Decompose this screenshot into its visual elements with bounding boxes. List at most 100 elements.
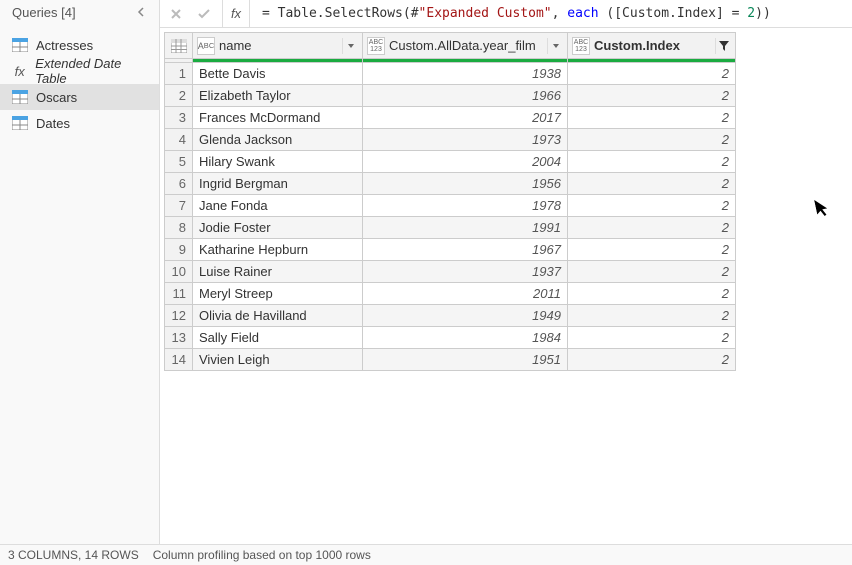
table-row[interactable]: 11Meryl Streep20112 (165, 283, 736, 305)
cell-year[interactable]: 2017 (363, 107, 568, 129)
cell-year[interactable]: 1984 (363, 327, 568, 349)
type-any-icon: ABC123 (572, 37, 590, 55)
query-item-label: Oscars (36, 90, 77, 105)
cell-index[interactable]: 2 (568, 305, 736, 327)
fx-icon[interactable]: fx (222, 0, 250, 27)
row-number[interactable]: 6 (165, 173, 193, 195)
table-row[interactable]: 10Luise Rainer19372 (165, 261, 736, 283)
data-grid: ABC name ABC123 Custom.AllData.year_film (164, 32, 736, 371)
cell-name[interactable]: Glenda Jackson (193, 129, 363, 151)
cell-name[interactable]: Jodie Foster (193, 217, 363, 239)
table-row[interactable]: 7Jane Fonda19782 (165, 195, 736, 217)
row-number[interactable]: 10 (165, 261, 193, 283)
row-number[interactable]: 1 (165, 63, 193, 85)
cell-index[interactable]: 2 (568, 85, 736, 107)
type-any-icon: ABC123 (367, 37, 385, 55)
row-number[interactable]: 14 (165, 349, 193, 371)
row-number[interactable]: 2 (165, 85, 193, 107)
column-header-index[interactable]: ABC123 Custom.Index (568, 33, 736, 59)
formula-bar: fx = Table.SelectRows(#"Expanded Custom"… (160, 0, 852, 28)
cell-name[interactable]: Luise Rainer (193, 261, 363, 283)
cell-year[interactable]: 1949 (363, 305, 568, 327)
cancel-formula-icon[interactable] (166, 4, 186, 24)
row-number[interactable]: 4 (165, 129, 193, 151)
table-icon (12, 89, 28, 105)
query-item-extended-date-table[interactable]: fxExtended Date Table (0, 58, 159, 84)
query-item-label: Extended Date Table (35, 56, 151, 86)
table-row[interactable]: 1Bette Davis19382 (165, 63, 736, 85)
cell-index[interactable]: 2 (568, 195, 736, 217)
cell-name[interactable]: Meryl Streep (193, 283, 363, 305)
cell-index[interactable]: 2 (568, 173, 736, 195)
row-number[interactable]: 11 (165, 283, 193, 305)
cell-name[interactable]: Ingrid Bergman (193, 173, 363, 195)
cell-index[interactable]: 2 (568, 107, 736, 129)
column-filter-active-icon[interactable] (715, 38, 731, 54)
table-row[interactable]: 3Frances McDormand20172 (165, 107, 736, 129)
cell-name[interactable]: Olivia de Havilland (193, 305, 363, 327)
formula-text[interactable]: = Table.SelectRows(#"Expanded Custom", e… (258, 6, 846, 21)
row-number[interactable]: 13 (165, 327, 193, 349)
query-item-label: Actresses (36, 38, 93, 53)
column-dropdown-icon[interactable] (547, 38, 563, 54)
cell-index[interactable]: 2 (568, 327, 736, 349)
status-profiling: Column profiling based on top 1000 rows (153, 548, 371, 562)
row-number[interactable]: 7 (165, 195, 193, 217)
table-row[interactable]: 8Jodie Foster19912 (165, 217, 736, 239)
cell-year[interactable]: 2011 (363, 283, 568, 305)
query-item-actresses[interactable]: Actresses (0, 32, 159, 58)
status-bar: 3 COLUMNS, 14 ROWS Column profiling base… (0, 544, 852, 565)
cell-name[interactable]: Bette Davis (193, 63, 363, 85)
cell-name[interactable]: Elizabeth Taylor (193, 85, 363, 107)
table-row[interactable]: 14Vivien Leigh19512 (165, 349, 736, 371)
cell-index[interactable]: 2 (568, 217, 736, 239)
table-row[interactable]: 12Olivia de Havilland19492 (165, 305, 736, 327)
cell-year[interactable]: 1951 (363, 349, 568, 371)
cell-index[interactable]: 2 (568, 151, 736, 173)
cell-year[interactable]: 1991 (363, 217, 568, 239)
query-item-dates[interactable]: Dates (0, 110, 159, 136)
cell-index[interactable]: 2 (568, 239, 736, 261)
cell-year[interactable]: 1956 (363, 173, 568, 195)
cell-name[interactable]: Vivien Leigh (193, 349, 363, 371)
table-row[interactable]: 13Sally Field19842 (165, 327, 736, 349)
table-row[interactable]: 2Elizabeth Taylor19662 (165, 85, 736, 107)
column-header-year[interactable]: ABC123 Custom.AllData.year_film (363, 33, 568, 59)
cell-index[interactable]: 2 (568, 283, 736, 305)
row-number[interactable]: 3 (165, 107, 193, 129)
cell-year[interactable]: 2004 (363, 151, 568, 173)
table-icon (12, 115, 28, 131)
cell-index[interactable]: 2 (568, 129, 736, 151)
cell-year[interactable]: 1967 (363, 239, 568, 261)
queries-header: Queries [4] (0, 0, 159, 24)
row-number[interactable]: 5 (165, 151, 193, 173)
table-row[interactable]: 6Ingrid Bergman19562 (165, 173, 736, 195)
query-item-oscars[interactable]: Oscars (0, 84, 159, 110)
column-dropdown-icon[interactable] (342, 38, 358, 54)
cell-name[interactable]: Jane Fonda (193, 195, 363, 217)
row-number[interactable]: 8 (165, 217, 193, 239)
row-number[interactable]: 12 (165, 305, 193, 327)
status-counts: 3 COLUMNS, 14 ROWS (8, 548, 139, 562)
cell-index[interactable]: 2 (568, 63, 736, 85)
cell-name[interactable]: Sally Field (193, 327, 363, 349)
cell-name[interactable]: Hilary Swank (193, 151, 363, 173)
cell-index[interactable]: 2 (568, 349, 736, 371)
table-row[interactable]: 5Hilary Swank20042 (165, 151, 736, 173)
cell-year[interactable]: 1966 (363, 85, 568, 107)
table-row[interactable]: 4Glenda Jackson19732 (165, 129, 736, 151)
cell-index[interactable]: 2 (568, 261, 736, 283)
select-all-corner[interactable] (165, 33, 193, 59)
table-row[interactable]: 9Katharine Hepburn19672 (165, 239, 736, 261)
collapse-sidebar-icon[interactable] (133, 7, 151, 17)
cell-year[interactable]: 1937 (363, 261, 568, 283)
cell-year[interactable]: 1973 (363, 129, 568, 151)
column-header-name[interactable]: ABC name (193, 33, 363, 59)
cell-year[interactable]: 1938 (363, 63, 568, 85)
cell-year[interactable]: 1978 (363, 195, 568, 217)
cell-name[interactable]: Frances McDormand (193, 107, 363, 129)
row-number[interactable]: 9 (165, 239, 193, 261)
queries-sidebar: Queries [4] Actresses fxExtended Date Tab… (0, 0, 160, 544)
cell-name[interactable]: Katharine Hepburn (193, 239, 363, 261)
commit-formula-icon[interactable] (194, 4, 214, 24)
